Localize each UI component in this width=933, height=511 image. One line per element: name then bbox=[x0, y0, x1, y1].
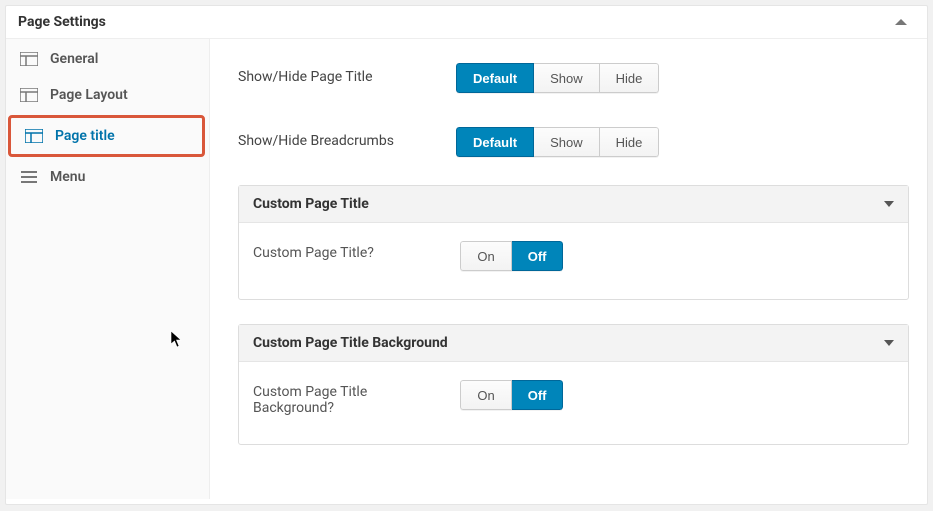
sidebar-item-label: General bbox=[50, 51, 98, 67]
accordion-header[interactable]: Custom Page Title bbox=[239, 186, 908, 223]
panel-body: General Page Layout Page title bbox=[6, 39, 927, 499]
option-hide[interactable]: Hide bbox=[600, 127, 660, 157]
accordion-body: Custom Page Title? On Off bbox=[239, 223, 908, 299]
seg-show-hide-page-title: Default Show Hide bbox=[456, 63, 659, 93]
menu-icon bbox=[20, 170, 38, 184]
accordion-title: Custom Page Title Background bbox=[253, 335, 448, 351]
accordion-custom-page-title-background: Custom Page Title Background Custom Page… bbox=[238, 324, 909, 445]
option-show[interactable]: Show bbox=[534, 63, 600, 93]
sidebar-item-label: Page title bbox=[55, 128, 115, 144]
layout-icon bbox=[20, 52, 38, 66]
option-show[interactable]: Show bbox=[534, 127, 600, 157]
option-default[interactable]: Default bbox=[456, 127, 534, 157]
option-on[interactable]: On bbox=[460, 380, 511, 410]
sidebar-item-label: Page Layout bbox=[50, 87, 128, 103]
sidebar-highlight: Page title bbox=[8, 115, 205, 157]
sidebar-item-label: Menu bbox=[50, 169, 85, 185]
accordion-title: Custom Page Title bbox=[253, 196, 369, 212]
option-default[interactable]: Default bbox=[456, 63, 534, 93]
content-area: Show/Hide Page Title Default Show Hide S… bbox=[210, 39, 927, 499]
option-off[interactable]: Off bbox=[512, 380, 564, 410]
accordion-custom-page-title: Custom Page Title Custom Page Title? On … bbox=[238, 185, 909, 300]
row-show-hide-page-title: Show/Hide Page Title Default Show Hide bbox=[238, 57, 909, 121]
sidebar-item-general[interactable]: General bbox=[6, 41, 209, 77]
sidebar: General Page Layout Page title bbox=[6, 39, 210, 499]
row-label: Custom Page Title? bbox=[253, 241, 457, 261]
collapse-icon bbox=[895, 19, 907, 25]
seg-custom-page-title: On Off bbox=[460, 241, 563, 271]
row-label: Show/Hide Breadcrumbs bbox=[238, 127, 456, 149]
option-off[interactable]: Off bbox=[512, 241, 564, 271]
layout-icon bbox=[25, 129, 43, 143]
chevron-down-icon bbox=[884, 340, 894, 346]
layout-icon bbox=[20, 88, 38, 102]
seg-custom-page-title-bg: On Off bbox=[460, 380, 563, 410]
panel-header[interactable]: Page Settings bbox=[6, 6, 927, 39]
row-show-hide-breadcrumbs: Show/Hide Breadcrumbs Default Show Hide bbox=[238, 121, 909, 185]
page-settings-panel: Page Settings General Page Layout bbox=[5, 5, 928, 505]
panel-title: Page Settings bbox=[18, 14, 106, 30]
option-hide[interactable]: Hide bbox=[600, 63, 660, 93]
row-label: Show/Hide Page Title bbox=[238, 63, 456, 85]
sidebar-item-page-title[interactable]: Page title bbox=[11, 118, 202, 154]
sidebar-item-menu[interactable]: Menu bbox=[6, 159, 209, 195]
accordion-body: Custom Page Title Background? On Off bbox=[239, 362, 908, 444]
seg-show-hide-breadcrumbs: Default Show Hide bbox=[456, 127, 659, 157]
option-on[interactable]: On bbox=[460, 241, 511, 271]
row-label: Custom Page Title Background? bbox=[253, 380, 413, 416]
sidebar-item-page-layout[interactable]: Page Layout bbox=[6, 77, 209, 113]
accordion-header[interactable]: Custom Page Title Background bbox=[239, 325, 908, 362]
chevron-down-icon bbox=[884, 201, 894, 207]
